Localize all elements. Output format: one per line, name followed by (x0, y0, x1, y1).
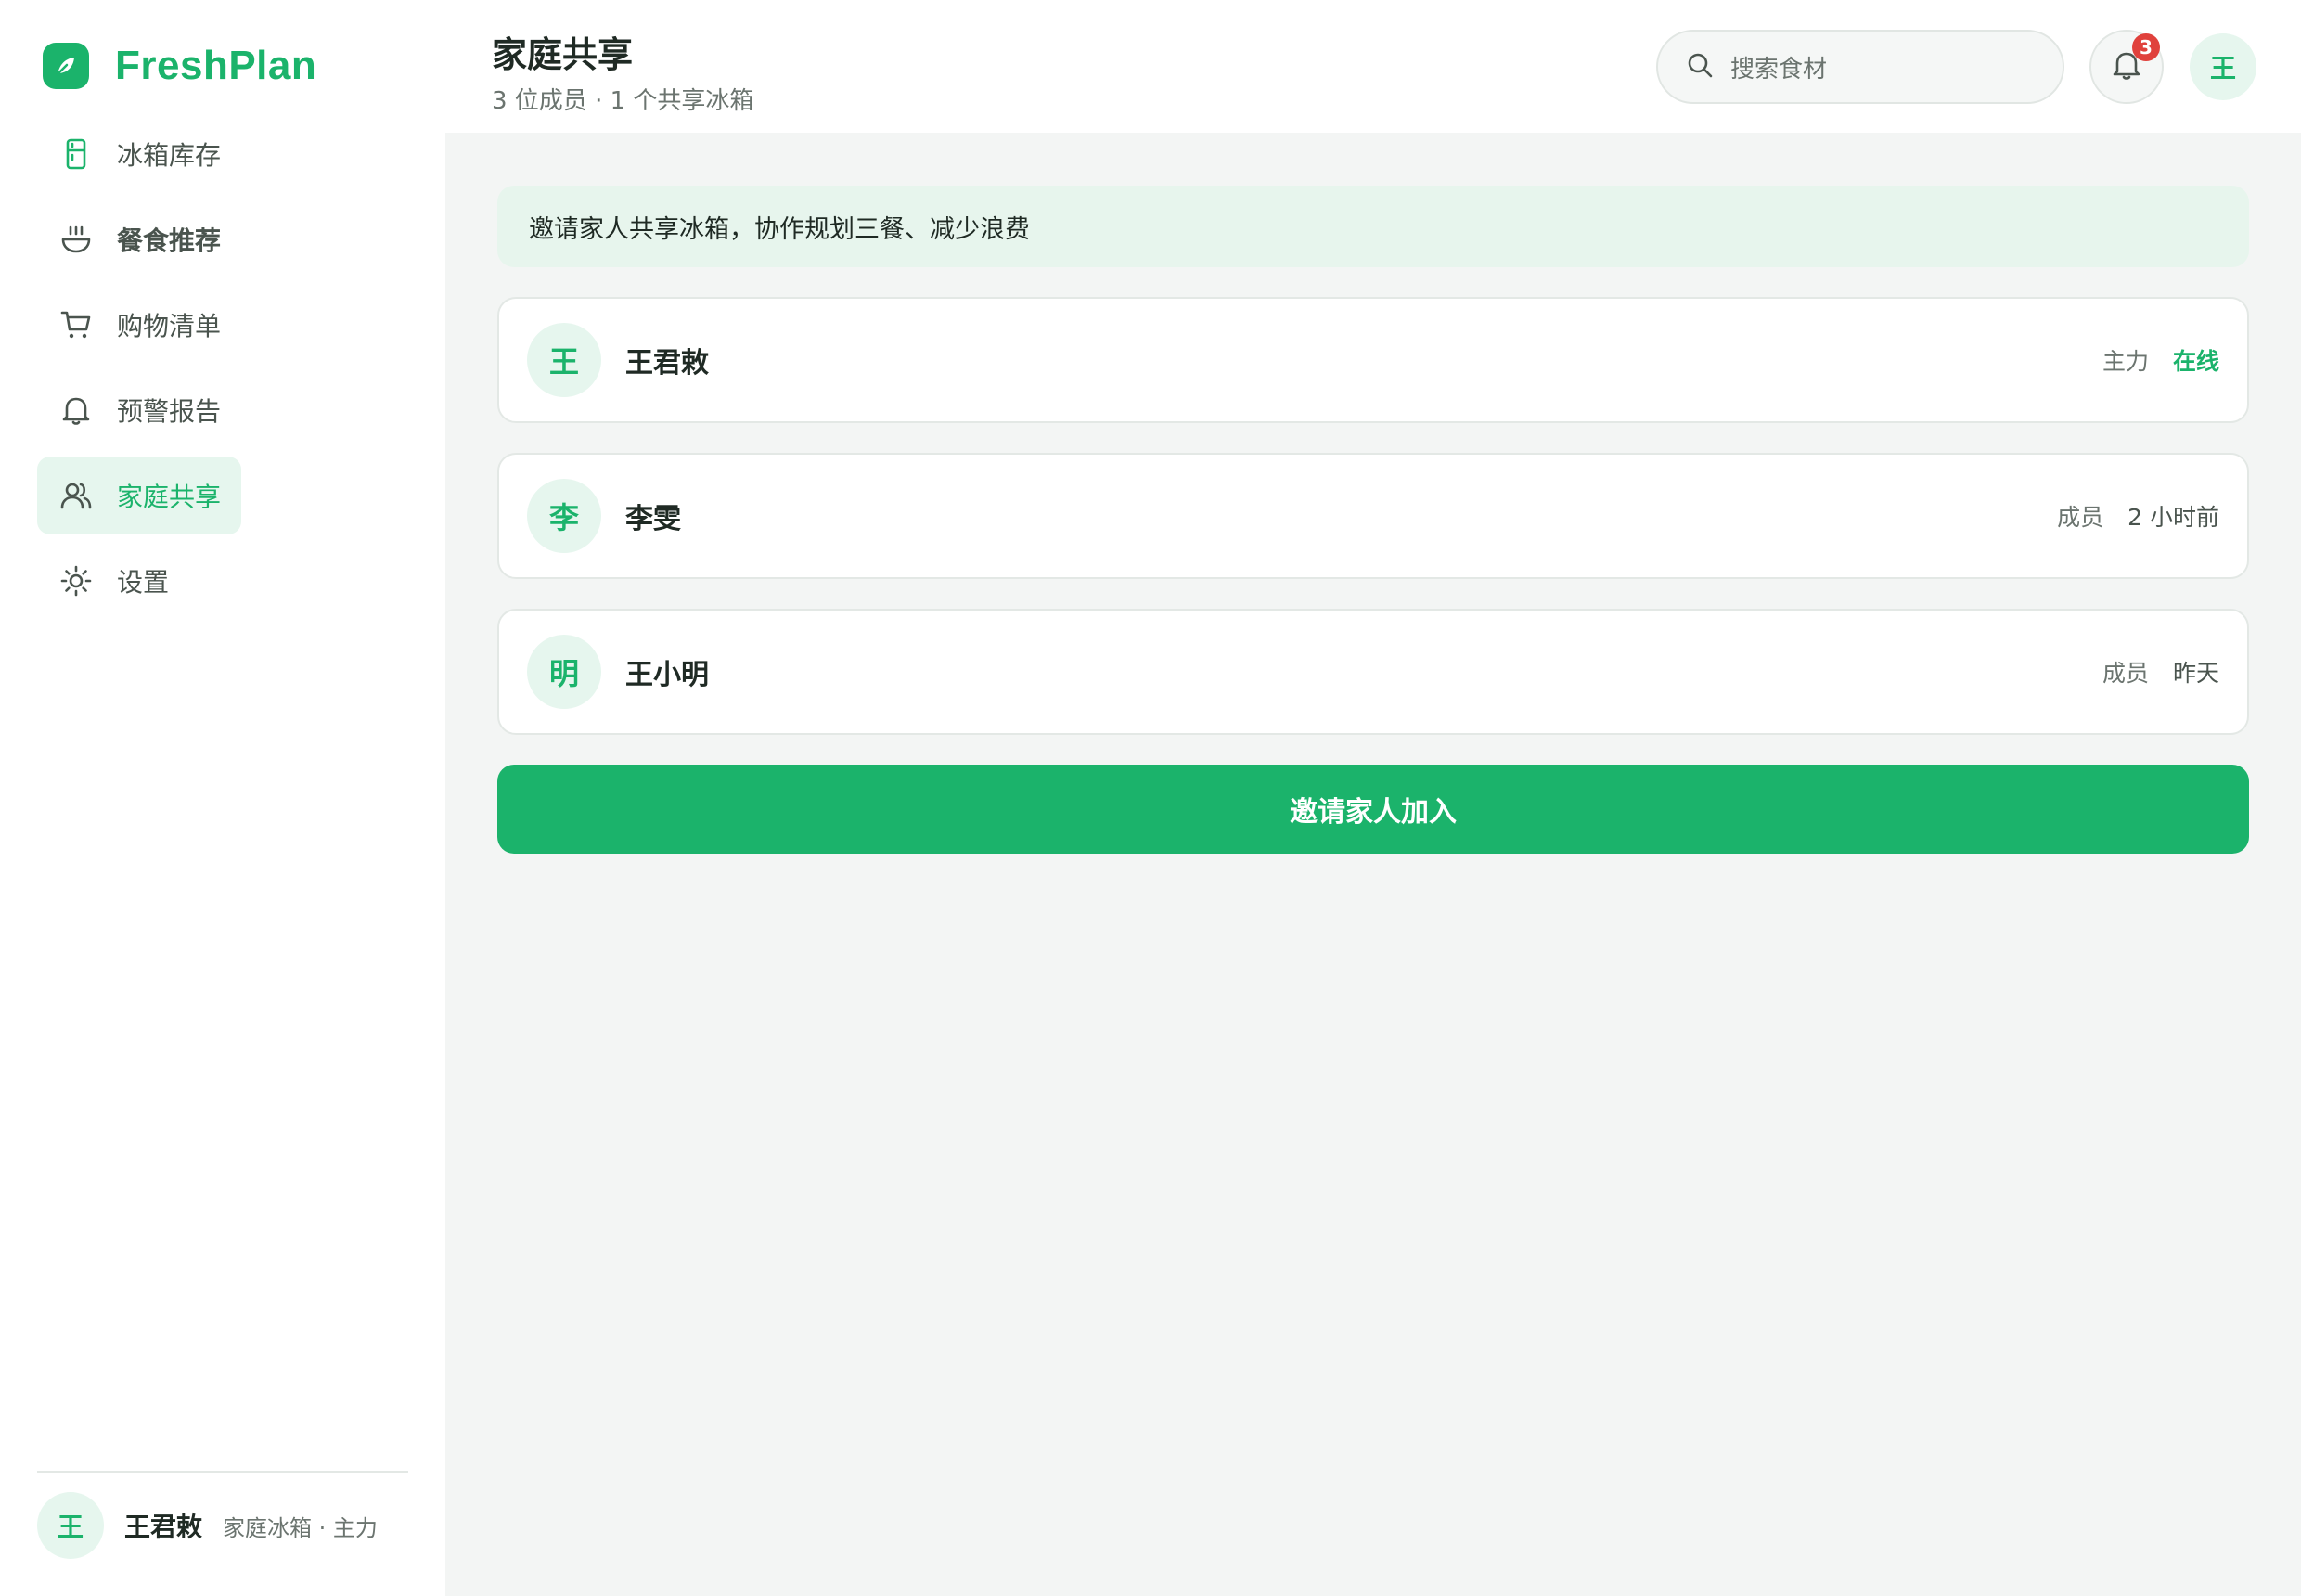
sidebar-item-label: 设置 (117, 567, 170, 598)
avatar: 王 (527, 323, 601, 397)
bowl-icon (58, 221, 95, 258)
sidebar-item-alert-report[interactable]: 预警报告 (37, 371, 241, 449)
avatar: 李 (527, 479, 601, 553)
sidebar: FreshPlan 冰箱库存 餐食推荐 购物清单 预警报告 家庭共享 设置 王 … (0, 0, 445, 1596)
top-bar: 家庭共享 3 位成员 · 1 个共享冰箱 搜索食材 3 王 (445, 0, 2301, 133)
sidebar-item-settings[interactable]: 设置 (37, 542, 241, 620)
member-row[interactable]: 明 王小明 成员 昨天 (497, 609, 2249, 735)
cart-icon (58, 306, 95, 343)
search-icon (1686, 51, 1714, 83)
page-title: 家庭共享 (492, 34, 634, 75)
sidebar-item-shopping-list[interactable]: 购物清单 (37, 286, 241, 364)
sidebar-item-label: 家庭共享 (117, 482, 222, 512)
avatar: 明 (527, 635, 601, 709)
member-status: 在线 (2172, 348, 2219, 375)
users-icon (58, 477, 95, 514)
member-status: 昨天 (2172, 660, 2219, 687)
page-subtitle: 3 位成员 · 1 个共享冰箱 (492, 87, 754, 115)
sidebar-item-label: 餐食推荐 (117, 225, 222, 256)
main-content: 邀请家人共享冰箱，协作规划三餐、减少浪费 王 王君敕 主力 在线 李 李雯 成员… (445, 133, 2301, 1596)
avatar: 王 (37, 1492, 104, 1559)
member-role: 成员 (2102, 660, 2149, 687)
member-name: 王君敕 (625, 347, 709, 380)
bell-icon (58, 392, 95, 429)
invite-family-button[interactable]: 邀请家人加入 (497, 765, 2249, 854)
sidebar-divider (37, 1471, 408, 1473)
member-status: 2 小时前 (2127, 504, 2219, 531)
sidebar-item-label: 购物清单 (117, 311, 222, 341)
member-name: 王小明 (625, 659, 709, 691)
sidebar-user-name: 王君敕 (124, 1512, 203, 1542)
search-input[interactable]: 搜索食材 (1656, 30, 2064, 104)
sidebar-item-label: 冰箱库存 (117, 140, 222, 171)
app-logo[interactable]: FreshPlan (43, 43, 316, 89)
sidebar-item-fridge-inventory[interactable]: 冰箱库存 (37, 115, 241, 193)
avatar[interactable]: 王 (2190, 33, 2256, 100)
sidebar-item-family-sharing[interactable]: 家庭共享 (37, 457, 241, 534)
leaf-logo-icon (43, 43, 89, 89)
sidebar-item-meal-recommend[interactable]: 餐食推荐 (37, 200, 241, 278)
notification-badge: 3 (2132, 33, 2160, 61)
invite-banner: 邀请家人共享冰箱，协作规划三餐、减少浪费 (497, 186, 2249, 267)
notifications-button[interactable]: 3 (2089, 30, 2164, 104)
sidebar-user-card[interactable]: 王 王君敕 家庭冰箱 · 主力 (37, 1492, 378, 1559)
member-row[interactable]: 王 王君敕 主力 在线 (497, 297, 2249, 423)
app-name: FreshPlan (115, 43, 317, 88)
sidebar-item-label: 预警报告 (117, 396, 222, 427)
member-role: 主力 (2102, 348, 2149, 375)
search-placeholder: 搜索食材 (1730, 55, 1828, 84)
member-role: 成员 (2057, 504, 2104, 531)
member-name: 李雯 (625, 503, 681, 535)
sidebar-user-meta: 家庭冰箱 · 主力 (223, 1514, 378, 1541)
member-row[interactable]: 李 李雯 成员 2 小时前 (497, 453, 2249, 579)
fridge-icon (58, 135, 95, 173)
sun-gear-icon (58, 562, 95, 599)
sidebar-nav: 冰箱库存 餐食推荐 购物清单 预警报告 家庭共享 设置 (37, 115, 408, 627)
